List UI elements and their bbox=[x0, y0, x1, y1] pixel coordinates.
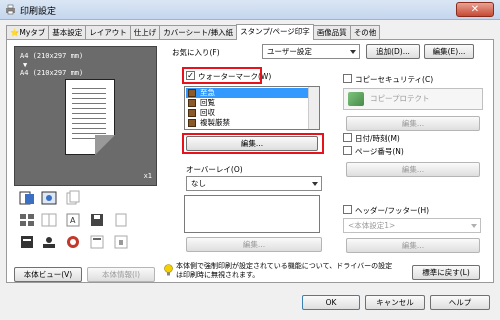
tab-mytab[interactable]: ⭐Myタブ bbox=[6, 25, 50, 39]
list-item[interactable]: 回覧 bbox=[186, 98, 308, 108]
svg-text:A: A bbox=[70, 216, 76, 225]
title-bar: 印刷設定 ✕ bbox=[0, 0, 500, 20]
preview-arrow: ▼ bbox=[23, 61, 28, 69]
watermark-highlight bbox=[182, 67, 262, 84]
list-item[interactable]: 至急 bbox=[186, 88, 308, 98]
secure-print-icon bbox=[114, 235, 128, 249]
stamp-icon bbox=[67, 236, 79, 248]
list-scrollbar[interactable] bbox=[308, 87, 319, 129]
nup-icon bbox=[20, 214, 34, 226]
duplex-icon bbox=[19, 191, 34, 205]
header-footer-icon bbox=[90, 235, 104, 249]
copy-protect-select[interactable]: コピープロテクト bbox=[343, 88, 483, 110]
page-number-checkbox[interactable] bbox=[343, 146, 352, 155]
copy-protect-icon bbox=[348, 92, 364, 106]
favorites-select[interactable]: ユーザー設定 bbox=[262, 44, 360, 59]
tab-layout[interactable]: レイアウト bbox=[85, 25, 131, 39]
datetime-edit-button[interactable]: 編集... bbox=[346, 162, 480, 177]
tab-stamp-page-print[interactable]: スタンプ/ページ印字 bbox=[236, 24, 314, 40]
close-button[interactable]: ✕ bbox=[456, 2, 494, 17]
tab-finishing[interactable]: 仕上げ bbox=[129, 25, 161, 39]
window-title: 印刷設定 bbox=[20, 7, 57, 17]
lightbulb-icon bbox=[164, 264, 173, 276]
printer-icon bbox=[6, 4, 15, 15]
copy-security-label: コピーセキュリティ(C) bbox=[355, 75, 434, 84]
preview-paper-output: A4 (210x297 mm) bbox=[20, 69, 84, 77]
header-footer-edit-button[interactable]: 編集... bbox=[346, 238, 480, 253]
header-footer-label: ヘッダー/フッター(H) bbox=[355, 206, 430, 215]
favorites-label: お気に入り(F) bbox=[172, 48, 220, 57]
tab-cover-sheet[interactable]: カバーシート/挿入紙 bbox=[159, 25, 238, 39]
favorites-edit-button[interactable]: 編集(E)... bbox=[424, 44, 474, 59]
cancel-button[interactable]: キャンセル bbox=[365, 295, 425, 310]
restore-defaults-button[interactable]: 標準に戻す(L) bbox=[412, 265, 480, 280]
overlay-edit-button[interactable]: 編集... bbox=[186, 237, 322, 252]
body-info-button[interactable]: 本体情報(I) bbox=[87, 267, 155, 282]
info-text: 本体側で強制印刷が設定されている機能について、ドライバーの設定は印刷時に無視され… bbox=[176, 262, 393, 279]
watermark-edit-highlight bbox=[182, 133, 324, 154]
help-button[interactable]: ヘルプ bbox=[430, 295, 490, 310]
tab-other[interactable]: その他 bbox=[349, 25, 381, 39]
stamp-icon bbox=[188, 89, 196, 97]
preview-paper-original: A4 (210x297 mm) bbox=[20, 52, 84, 60]
overlay-preview-area bbox=[184, 195, 320, 233]
page-number-label: ページ番号(N) bbox=[355, 147, 404, 156]
list-item[interactable]: 複製厳禁 bbox=[186, 118, 308, 128]
stamp-icon bbox=[188, 109, 196, 117]
tab-image-quality[interactable]: 画像品質 bbox=[312, 25, 351, 39]
document-icon bbox=[115, 213, 127, 227]
tab-basic[interactable]: 基本設定 bbox=[48, 25, 87, 39]
preview-paper bbox=[65, 79, 115, 155]
header-footer-select[interactable]: <本体設定1> bbox=[343, 218, 481, 233]
datetime-checkbox[interactable] bbox=[343, 133, 352, 142]
star-icon: ⭐ bbox=[10, 28, 20, 37]
body-view-button[interactable]: 本体ビュー(V) bbox=[14, 267, 82, 282]
preview-copies: x1 bbox=[143, 172, 152, 180]
booklet-icon bbox=[41, 191, 57, 205]
tray-icon bbox=[21, 236, 33, 248]
overlay-select[interactable]: なし bbox=[186, 176, 322, 191]
chevron-down-icon bbox=[471, 224, 477, 228]
overlay-label: オーバーレイ(O) bbox=[186, 165, 243, 174]
chevron-down-icon bbox=[312, 182, 318, 186]
header-footer-checkbox[interactable] bbox=[343, 205, 352, 214]
stamp-icon bbox=[188, 119, 196, 127]
pages-icon bbox=[66, 190, 80, 205]
list-item[interactable]: 回収 bbox=[186, 108, 308, 118]
favorites-add-button[interactable]: 追加(D)... bbox=[366, 44, 420, 59]
stamp-icon bbox=[188, 99, 196, 107]
chevron-down-icon bbox=[350, 50, 356, 54]
booklet-fold-icon bbox=[41, 213, 57, 227]
watermark-list[interactable]: 至急 回覧 回収 複製厳禁 bbox=[184, 86, 320, 130]
page-preview: A4 (210x297 mm) ▼ A4 (210x297 mm) x1 bbox=[14, 46, 157, 186]
text-page-icon: A bbox=[66, 213, 80, 227]
ok-button[interactable]: OK bbox=[302, 295, 360, 310]
user-auth-icon bbox=[43, 237, 55, 248]
tab-bar: ⭐Myタブ 基本設定 レイアウト 仕上げ カバーシート/挿入紙 スタンプ/ページ… bbox=[6, 24, 381, 40]
save-icon bbox=[91, 214, 103, 226]
datetime-label: 日付/時刻(M) bbox=[355, 134, 400, 143]
copy-security-checkbox[interactable] bbox=[343, 74, 352, 83]
copy-security-edit-button[interactable]: 編集... bbox=[346, 116, 480, 131]
